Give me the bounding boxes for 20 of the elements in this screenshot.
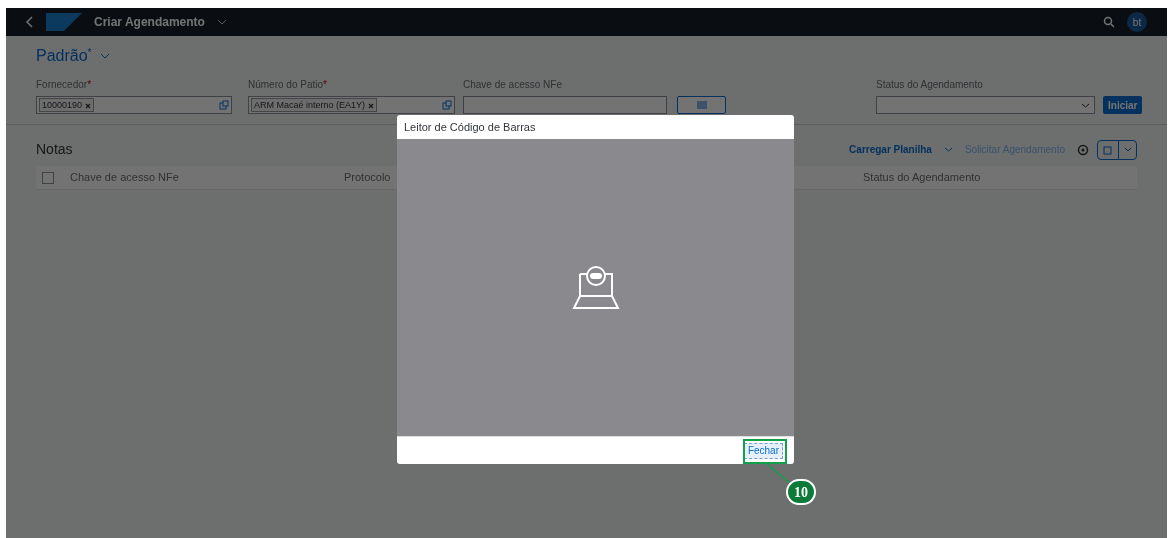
table-title: Notas (36, 140, 73, 159)
input-field[interactable]: 10000190 (36, 96, 232, 114)
token[interactable]: 10000190 (39, 98, 94, 112)
column-header: Protocolo (344, 170, 392, 186)
field-label: Fornecedor* (36, 78, 93, 92)
step-number: 10 (786, 479, 816, 505)
column-header: Chave de acesso NFe (70, 170, 180, 186)
token[interactable]: ARM Macaé interno (EA1Y) (251, 98, 377, 112)
close-button[interactable]: Fechar (743, 442, 783, 459)
app-title[interactable]: Criar Agendamento (94, 13, 205, 31)
variant-title[interactable]: Padrão$^{*}$ (36, 44, 92, 68)
field-label: Status do Agendamento (876, 78, 984, 92)
dialog-title: Leitor de Código de Barras (404, 119, 536, 135)
toolbar-button[interactable]: Carregar Planilha (849, 142, 932, 157)
user-avatar[interactable]: bt (1127, 12, 1147, 32)
field-label: Número do Patio* (248, 78, 328, 92)
go-button[interactable]: Iniciar (1103, 96, 1143, 114)
column-header: Status do Agendamento (863, 170, 982, 186)
input-field[interactable]: ARM Macaé interno (EA1Y) (248, 96, 455, 114)
field-label: Chave de acesso NFe (463, 78, 563, 92)
